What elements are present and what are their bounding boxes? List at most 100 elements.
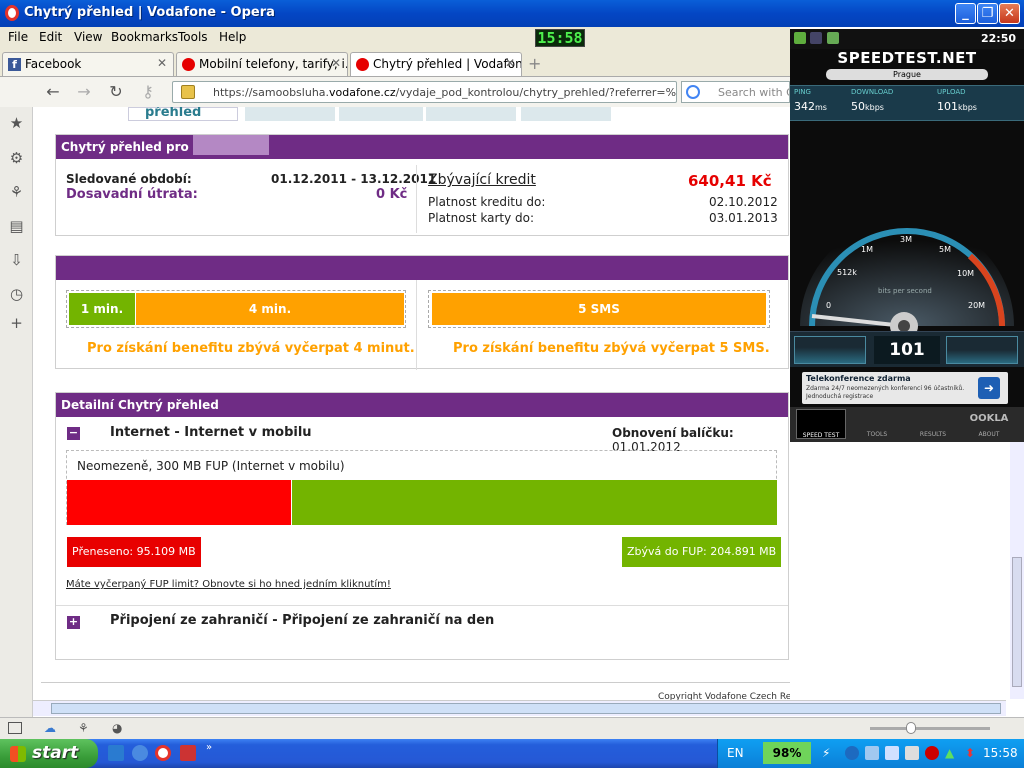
- tab-label: Mobilní telefony, tarify, i...: [199, 57, 348, 71]
- credit-link[interactable]: Zbývající kredit: [428, 172, 536, 188]
- share-icon[interactable]: ⚘: [8, 184, 25, 201]
- upload-graph: [946, 336, 1018, 364]
- vodafone-icon: [182, 58, 195, 71]
- restore-button[interactable]: ❐: [977, 3, 998, 24]
- nav-results[interactable]: RESULTS: [908, 409, 958, 439]
- close-button[interactable]: ✕: [999, 3, 1020, 24]
- forward-icon[interactable]: →: [74, 83, 94, 101]
- history-clock-icon[interactable]: ◷: [8, 286, 25, 303]
- phone-nav: SPEED TEST TOOLS RESULTS ABOUT OOKLA: [790, 407, 1024, 442]
- window-title-bar[interactable]: Chytrý přehled | Vodafone - Opera _ ❐ ✕: [0, 0, 1024, 27]
- fup-renew-link[interactable]: Máte vyčerpaný FUP limit? Obnovte si ho …: [66, 579, 391, 590]
- server-label: Prague: [826, 69, 988, 80]
- scrollbar-thumb[interactable]: [1012, 557, 1022, 687]
- notification-icon: [810, 32, 822, 44]
- menu-view[interactable]: View: [74, 30, 102, 44]
- menu-tools[interactable]: Tools: [178, 30, 208, 44]
- tray-icon[interactable]: [905, 746, 919, 760]
- downloads-icon[interactable]: ⇩: [8, 252, 25, 269]
- expand-quicklaunch-icon[interactable]: »: [206, 742, 212, 753]
- collapse-icon[interactable]: −: [67, 427, 80, 440]
- nav-tab-prehled[interactable]: přehled: [128, 107, 238, 121]
- benefits-heading: [56, 256, 788, 280]
- zoom-slider[interactable]: [870, 722, 990, 734]
- reload-icon[interactable]: ↻: [106, 83, 126, 101]
- nav-speedtest[interactable]: SPEED TEST: [796, 409, 846, 439]
- nav-tab[interactable]: [426, 107, 516, 121]
- power-icon[interactable]: ⚡: [822, 746, 836, 760]
- arrow-icon[interactable]: ➜: [978, 377, 1000, 399]
- data-used-segment: [67, 480, 292, 525]
- back-icon[interactable]: ←: [43, 83, 63, 101]
- url-field[interactable]: https://samoobsluha.vodafone.cz/vydaje_p…: [172, 81, 677, 103]
- nav-tools[interactable]: TOOLS: [852, 409, 902, 439]
- facebook-icon: f: [8, 58, 21, 71]
- tray-icon[interactable]: [845, 746, 859, 760]
- zoom-slider-thumb[interactable]: [906, 722, 916, 734]
- network-icon[interactable]: ⬍: [965, 746, 979, 760]
- scrollbar-thumb[interactable]: [51, 703, 1001, 714]
- phone-screenshot: 22:50 SPEEDTEST.NET Prague PING 342ms DO…: [790, 29, 1024, 442]
- detail-heading: Detailní Chytrý přehled: [56, 393, 788, 417]
- unite-icon[interactable]: ☁: [44, 721, 56, 735]
- tab-chytry-prehled[interactable]: Chytrý přehled | Vodafone ✕: [350, 52, 522, 76]
- web-page: přehled Chytrý přehled pro Sledované obd…: [33, 107, 790, 700]
- tab-mobilni-telefony[interactable]: Mobilní telefony, tarify, i... ✕: [176, 52, 348, 76]
- data-usage-bar: [67, 480, 777, 525]
- tab-bar: f Facebook ✕ Mobilní telefony, tarify, i…: [0, 49, 790, 77]
- horizontal-scrollbar[interactable]: [33, 700, 1006, 716]
- key-icon[interactable]: ⚷: [138, 83, 158, 101]
- system-tray: EN 98% ⚡ ▲ ⬍ 15:58: [717, 739, 1024, 768]
- speed-gauge: [790, 121, 1024, 331]
- bookmarks-star-icon[interactable]: ★: [8, 115, 25, 132]
- expand-icon[interactable]: +: [67, 616, 80, 629]
- menu-bar: File Edit View Bookmarks Tools Help: [0, 27, 790, 49]
- wifi-signal-icon[interactable]: ▲: [945, 746, 959, 760]
- minutes-used-segment: 1 min.: [69, 293, 135, 325]
- search-input[interactable]: Search with Go: [681, 81, 790, 103]
- menu-help[interactable]: Help: [219, 30, 246, 44]
- opera-quicklaunch-icon[interactable]: [155, 745, 171, 761]
- tab-label: Facebook: [25, 57, 82, 71]
- tray-icon[interactable]: [885, 746, 899, 760]
- tab-close-icon[interactable]: ✕: [157, 56, 167, 70]
- new-tab-icon[interactable]: +: [528, 54, 541, 73]
- divider: [56, 605, 788, 606]
- menu-edit[interactable]: Edit: [39, 30, 62, 44]
- quicklaunch-icon[interactable]: [132, 745, 148, 761]
- notification-icon: [827, 32, 839, 44]
- add-panel-icon[interactable]: +: [8, 315, 25, 332]
- minimize-button[interactable]: _: [955, 3, 976, 24]
- tab-close-icon[interactable]: ✕: [505, 56, 515, 70]
- summary-panel: Chytrý přehled pro Sledované období: 01.…: [55, 134, 789, 236]
- quicklaunch-icon[interactable]: [180, 745, 196, 761]
- language-indicator[interactable]: EN: [727, 746, 744, 760]
- battery-indicator[interactable]: 98%: [763, 742, 811, 764]
- detail-panel: Detailní Chytrý přehled − Internet - Int…: [55, 392, 789, 660]
- antivirus-icon[interactable]: [925, 746, 939, 760]
- panel-toggle-icon[interactable]: [8, 722, 22, 734]
- sms-remaining-segment: 5 SMS: [432, 293, 766, 325]
- menu-bookmarks[interactable]: Bookmarks: [111, 30, 178, 44]
- tab-close-icon[interactable]: ✕: [331, 56, 341, 70]
- ad-banner[interactable]: Telekonference zdarma Zdarma 24/7 neomez…: [802, 372, 1008, 404]
- speed-dial-icon[interactable]: ◕: [112, 721, 122, 735]
- nav-tab[interactable]: [339, 107, 423, 121]
- download-graph: [794, 336, 866, 364]
- quicklaunch-icon[interactable]: [108, 745, 124, 761]
- settings-gear-icon[interactable]: ⚙: [8, 150, 25, 167]
- nav-tab[interactable]: [521, 107, 611, 121]
- start-button[interactable]: start: [0, 739, 98, 768]
- notes-icon[interactable]: ▤: [8, 218, 25, 235]
- benefits-panel: 1 min. 4 min. Pro získání benefitu zbývá…: [55, 255, 789, 370]
- lock-icon: [181, 85, 195, 99]
- results-strip: PING 342ms DOWNLOAD 50kbps UPLOAD 101kbp…: [790, 85, 1024, 121]
- ookla-logo: OOKLA: [969, 413, 1009, 424]
- turbo-icon[interactable]: ⚘: [78, 721, 89, 735]
- data-remaining-label: Zbývá do FUP: 204.891 MB: [622, 537, 782, 567]
- tab-facebook[interactable]: f Facebook ✕: [2, 52, 174, 76]
- menu-file[interactable]: File: [8, 30, 28, 44]
- tray-icon[interactable]: [865, 746, 879, 760]
- taskbar-clock: 15:58: [983, 746, 1018, 760]
- nav-tab[interactable]: [245, 107, 335, 121]
